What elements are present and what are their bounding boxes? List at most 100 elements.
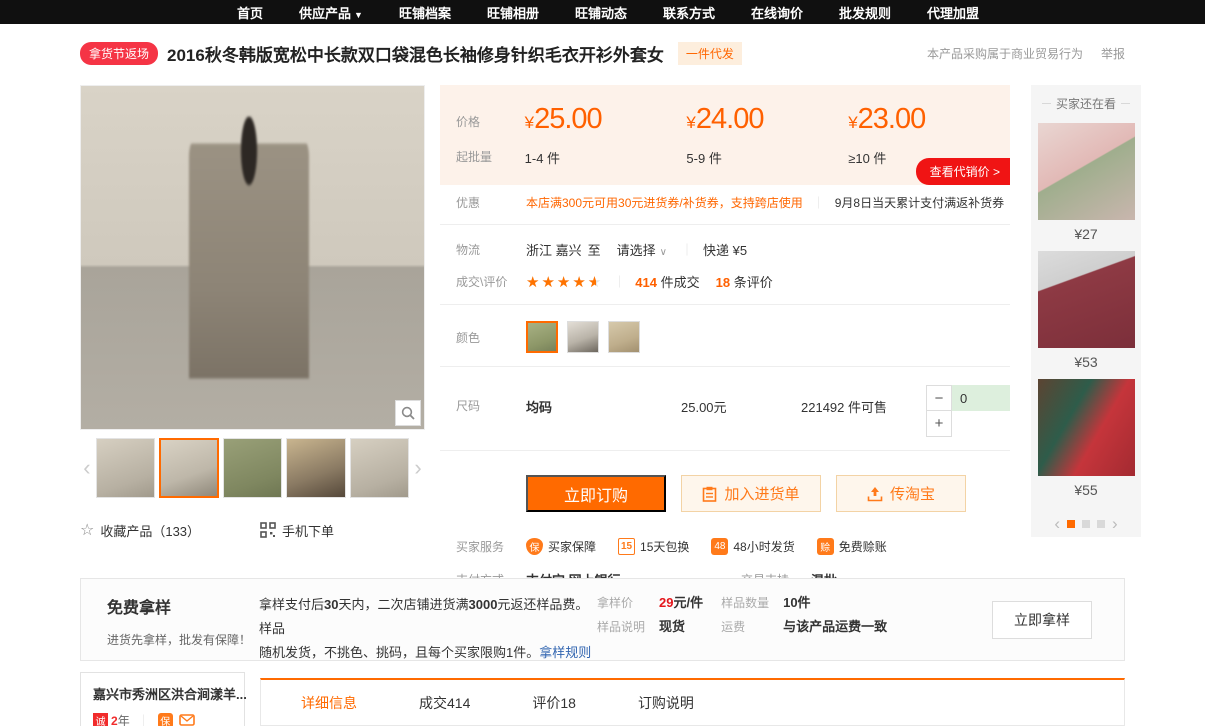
thumbnail-1[interactable] xyxy=(96,438,155,498)
logistics-label: 物流 xyxy=(456,241,526,258)
thumbnail-3[interactable] xyxy=(223,438,282,498)
thumbs-prev-icon[interactable]: ‹ xyxy=(80,455,94,481)
size-stock: 221492 件可售 xyxy=(801,385,926,416)
related-item-1-price: ¥27 xyxy=(1038,226,1135,242)
seller-card: 嘉兴市秀洲区洪合涧漾羊... 诚 2 年 ｜ 保 xyxy=(80,672,245,726)
promo-coupon-link[interactable]: 本店满300元可用30元进货券/补货券，支持跨店使用 xyxy=(526,194,803,211)
tab-detail-info[interactable]: 详细信息 xyxy=(301,693,357,713)
nav-agent-join[interactable]: 代理加盟 xyxy=(927,3,979,22)
thumbs-next-icon[interactable]: › xyxy=(411,455,425,481)
color-swatch-green-selected[interactable] xyxy=(526,321,558,353)
thumbnail-2-selected[interactable] xyxy=(159,438,218,498)
sidebar-next-icon[interactable]: › xyxy=(1112,514,1118,534)
moq-tier-2: 5-9 件 xyxy=(686,148,848,167)
nav-shop-profile[interactable]: 旺铺档案 xyxy=(399,3,451,22)
sample-price-label: 拿样价 xyxy=(597,594,659,611)
upload-icon xyxy=(867,486,883,502)
sample-qty-label: 样品数量 xyxy=(721,594,783,611)
divider xyxy=(440,304,1010,305)
event-badge: 拿货节返场 xyxy=(80,42,158,65)
nav-wholesale-rules[interactable]: 批发规则 xyxy=(839,3,891,22)
magnifier-icon[interactable] xyxy=(395,400,421,426)
deal-count-link[interactable]: 414 件成交 xyxy=(635,272,699,291)
sidebar-page-dot-3[interactable] xyxy=(1097,520,1105,528)
favorite-product-link[interactable]: 收藏产品（133） xyxy=(100,521,200,540)
related-item-2[interactable]: ¥53 xyxy=(1038,251,1135,370)
free-sample-section: 免费拿样 进货先拿样，批发有保障！ 拿样支付后30天内，二次店铺进货满3000元… xyxy=(80,578,1125,661)
tab-deals[interactable]: 成交414 xyxy=(419,693,470,713)
price-panel: 价格 ¥25.00 ¥24.00 ¥23.00 起批量 1-4 件 5-9 件 … xyxy=(440,85,1010,185)
buyer-guarantee-link[interactable]: 买家保障 xyxy=(548,538,596,555)
sample-subtitle: 进货先拿样，批发有保障！ xyxy=(107,631,259,648)
nav-contact[interactable]: 联系方式 xyxy=(663,3,715,22)
product-gallery: ‹ › ☆ 收藏产品（133） 手机下单 xyxy=(80,85,425,540)
free-credit-link[interactable]: 免费赊账 xyxy=(839,538,887,555)
sample-ship-value: 与该产品运费一致 xyxy=(783,618,887,635)
tab-reviews[interactable]: 评价18 xyxy=(532,693,576,713)
nav-shop-album[interactable]: 旺铺相册 xyxy=(487,3,539,22)
add-to-purchase-list-button[interactable]: 加入进货单 xyxy=(681,475,821,512)
sample-price-value: 29元/件 xyxy=(659,594,703,611)
48hour-ship-link[interactable]: 48小时发货 xyxy=(733,538,794,555)
guarantee-badge-icon: 保 xyxy=(158,713,173,726)
view-consign-price-button[interactable]: 查看代销价 > xyxy=(916,158,1010,185)
rating-stars: ★★★★★★★★★★ xyxy=(526,273,603,291)
related-item-3[interactable]: ¥55 xyxy=(1038,379,1135,498)
clipboard-icon xyxy=(702,486,717,502)
product-page: 首页 供应产品▼ 旺铺档案 旺铺相册 旺铺动态 联系方式 在线询价 批发规则 代… xyxy=(0,0,1205,726)
also-viewing-sidebar: 买家还在看 ¥27 ¥53 ¥55 ‹ › xyxy=(1031,85,1141,537)
nav-home[interactable]: 首页 xyxy=(237,3,263,22)
sidebar-page-dot-1[interactable] xyxy=(1067,520,1075,528)
color-label: 颜色 xyxy=(456,329,526,346)
seller-name-link[interactable]: 嘉兴市秀洲区洪合涧漾羊... xyxy=(93,687,247,702)
promo-label: 优惠 xyxy=(456,194,526,211)
nav-inquiry[interactable]: 在线询价 xyxy=(751,3,803,22)
qty-minus-button[interactable]: − xyxy=(926,385,952,411)
nav-products[interactable]: 供应产品▼ xyxy=(299,3,363,22)
trade-notice: 本产品采购属于商业贸易行为 xyxy=(927,45,1083,62)
sidebar-page-dot-2[interactable] xyxy=(1082,520,1090,528)
thumbnail-4[interactable] xyxy=(286,438,345,498)
quantity-stepper: − + xyxy=(926,385,1010,437)
price-label: 价格 xyxy=(456,103,525,136)
divider xyxy=(440,224,1010,225)
nav-shop-feed[interactable]: 旺铺动态 xyxy=(575,3,627,22)
sample-desc-value: 现货 xyxy=(659,618,685,635)
rating-stars-fill: ★★★★★ xyxy=(526,273,596,291)
qr-code-icon xyxy=(260,522,276,538)
free-credit-icon: 赊 xyxy=(817,538,834,555)
get-sample-button[interactable]: 立即拿样 xyxy=(992,601,1092,639)
sample-rules-link[interactable]: 拿样规则 xyxy=(539,645,591,660)
sample-qty-value: 10件 xyxy=(783,594,810,611)
qty-plus-button[interactable]: + xyxy=(926,411,952,437)
mobile-order-link[interactable]: 手机下单 xyxy=(282,521,334,540)
sample-description: 拿样支付后30天内，二次店铺进货满3000元返还样品费。样品 随机发货，不挑色、… xyxy=(259,579,597,660)
15day-return-icon: 15 xyxy=(618,538,635,555)
send-to-taobao-button[interactable]: 传淘宝 xyxy=(836,475,966,512)
quantity-input[interactable] xyxy=(952,385,1010,411)
review-count-link[interactable]: 18 条评价 xyxy=(716,272,773,291)
size-value: 均码 xyxy=(526,385,681,416)
deals-label: 成交\评价 xyxy=(456,273,526,290)
order-now-button[interactable]: 立即订购 xyxy=(526,475,666,512)
sidebar-prev-icon[interactable]: ‹ xyxy=(1054,514,1060,534)
report-link[interactable]: 举报 xyxy=(1101,45,1125,62)
price-tier-3: ¥23.00 xyxy=(848,103,1010,136)
message-icon[interactable] xyxy=(179,714,195,726)
color-swatch-dark[interactable] xyxy=(567,321,599,353)
related-item-1[interactable]: ¥27 xyxy=(1038,123,1135,242)
15day-return-link[interactable]: 15天包换 xyxy=(640,538,689,555)
chevron-down-icon: ▼ xyxy=(354,10,363,20)
related-item-2-image[interactable] xyxy=(1038,251,1135,348)
related-item-3-price: ¥55 xyxy=(1038,482,1135,498)
related-item-3-image[interactable] xyxy=(1038,379,1135,476)
ship-from: 浙江 嘉兴 xyxy=(526,240,582,259)
destination-select[interactable]: 请选择∨ xyxy=(617,240,667,259)
color-swatch-khaki[interactable] xyxy=(608,321,640,353)
product-info: 价格 ¥25.00 ¥24.00 ¥23.00 起批量 1-4 件 5-9 件 … xyxy=(440,85,1010,589)
tab-order-notes[interactable]: 订购说明 xyxy=(638,693,694,713)
related-item-1-image[interactable] xyxy=(1038,123,1135,220)
main-product-image[interactable] xyxy=(80,85,425,430)
chevron-down-icon: ∨ xyxy=(660,247,667,258)
thumbnail-5[interactable] xyxy=(350,438,409,498)
